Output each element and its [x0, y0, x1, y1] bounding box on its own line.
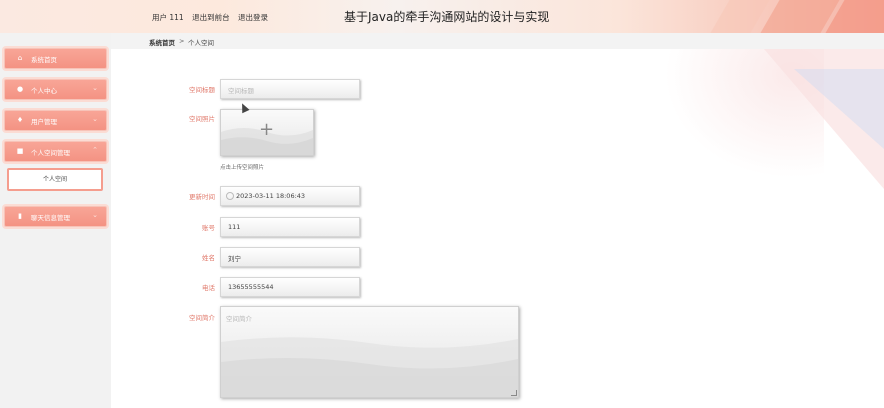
- current-user-label: 用户 111: [152, 13, 184, 22]
- user-info-bar: 用户 111 退出到前台 退出登录: [152, 12, 274, 23]
- update-time-field[interactable]: 2023-03-11 18:06:43: [220, 186, 360, 206]
- image-upload-box[interactable]: +: [220, 109, 314, 156]
- back-to-front-link[interactable]: 退出到前台: [192, 13, 230, 22]
- chevron-down-icon: ⌄: [92, 84, 98, 92]
- name-label: 姓名: [202, 254, 215, 262]
- header-decoration: [710, 0, 770, 33]
- sidebar-item-label: 系统首页: [31, 56, 57, 64]
- user-manage-icon: ♦: [16, 116, 24, 124]
- breadcrumb: 系统首页 > 个人空间: [111, 33, 884, 49]
- chevron-down-icon: ⌄: [92, 115, 98, 123]
- name-value: 刘宁: [228, 255, 241, 263]
- space-title-input[interactable]: 空间标题: [220, 79, 360, 99]
- clock-icon: [226, 192, 234, 200]
- sidebar-item-label: 个人中心: [31, 87, 57, 95]
- sidebar: ⌂ 系统首页 ● 个人中心 ⌄ ♦ 用户管理 ⌄ ■ 个人空间管理 ⌃ 个人空间…: [0, 33, 111, 408]
- sidebar-item-space-management[interactable]: ■ 个人空间管理 ⌃: [4, 141, 107, 162]
- user-icon: ●: [16, 85, 24, 93]
- chevron-up-icon: ⌃: [92, 146, 98, 154]
- account-field[interactable]: 111: [220, 217, 360, 237]
- chevron-down-icon: ⌄: [92, 211, 98, 219]
- chat-icon: ▮: [18, 212, 22, 220]
- space-image-label: 空间照片: [189, 115, 215, 123]
- sidebar-item-label: 用户管理: [31, 118, 57, 126]
- update-time-label: 更新时间: [189, 193, 215, 201]
- site-title: 基于Java的牵手沟通网站的设计与实现: [344, 10, 550, 24]
- top-header: 用户 111 退出到前台 退出登录 基于Java的牵手沟通网站的设计与实现: [0, 0, 884, 33]
- space-icon: ■: [16, 147, 24, 155]
- phone-label: 电话: [202, 284, 215, 292]
- space-title-label: 空间标题: [189, 86, 215, 94]
- plus-icon: +: [259, 119, 275, 140]
- phone-field[interactable]: 13655555544: [220, 277, 360, 297]
- sidebar-subitem-personal-space[interactable]: 个人空间: [7, 168, 103, 191]
- intro-placeholder: 空间简介: [226, 315, 252, 323]
- logout-link[interactable]: 退出登录: [238, 13, 268, 22]
- textarea-wave-decoration: [221, 337, 518, 397]
- sidebar-item-personal-center[interactable]: ● 个人中心 ⌄: [4, 79, 107, 100]
- sidebar-item-label: 聊天信息管理: [31, 214, 70, 222]
- breadcrumb-home[interactable]: 系统首页: [149, 37, 175, 47]
- intro-textarea[interactable]: 空间简介: [220, 306, 519, 398]
- update-time-value: 2023-03-11 18:06:43: [236, 192, 306, 200]
- space-title-placeholder: 空间标题: [228, 87, 254, 95]
- resize-handle[interactable]: [511, 390, 517, 396]
- sidebar-item-label: 个人空间管理: [31, 149, 70, 157]
- breadcrumb-current: 个人空间: [188, 39, 214, 47]
- home-icon: ⌂: [17, 54, 23, 62]
- sidebar-item-home[interactable]: ⌂ 系统首页: [4, 48, 107, 69]
- account-value: 111: [228, 223, 241, 231]
- sidebar-item-user-management[interactable]: ♦ 用户管理 ⌄: [4, 110, 107, 131]
- account-label: 账号: [202, 224, 215, 232]
- breadcrumb-separator: >: [179, 37, 185, 45]
- background-decoration: [794, 69, 884, 149]
- name-field[interactable]: 刘宁: [220, 247, 360, 267]
- intro-label: 空间简介: [189, 314, 215, 322]
- sidebar-item-chat-management[interactable]: ▮ 聊天信息管理 ⌄: [4, 206, 107, 227]
- upload-hint: 点击上传空间照片: [220, 165, 265, 171]
- phone-value: 13655555544: [228, 283, 274, 291]
